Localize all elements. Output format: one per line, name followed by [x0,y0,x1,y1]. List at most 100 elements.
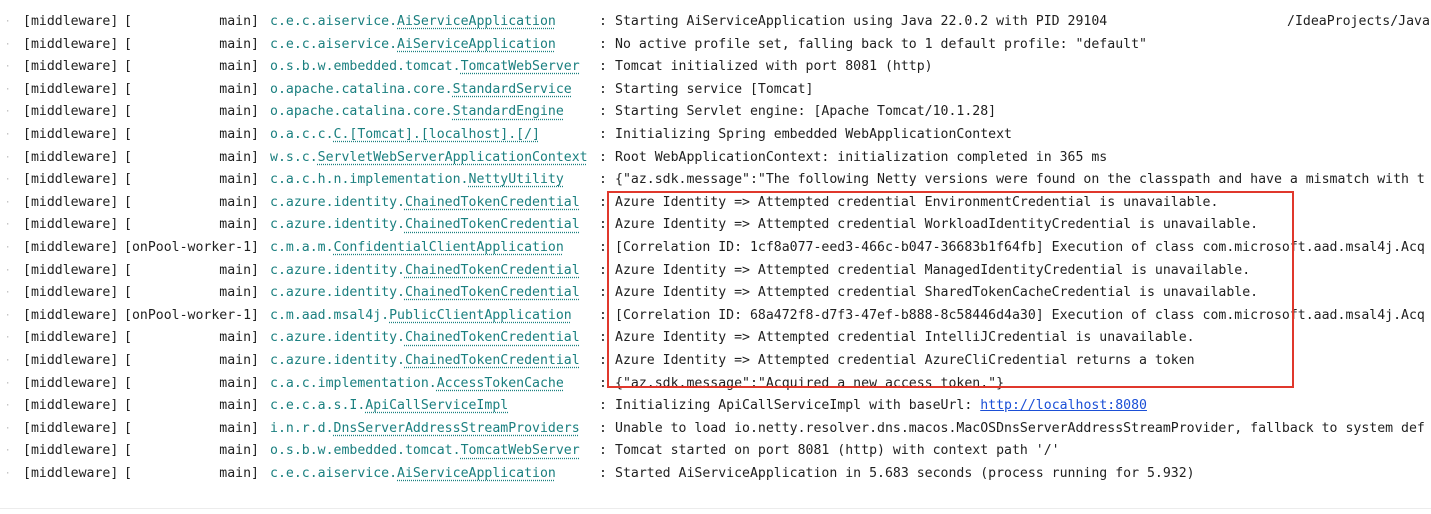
log-category[interactable]: c.m.a.m.ConfidentialClientApplication [270,237,564,259]
log-category[interactable]: c.e.c.a.s.I.ApiCallServiceImpl [270,395,508,417]
log-message: Azure Identity => Attempted credential S… [615,282,1258,304]
log-category[interactable]: c.azure.identity.ChainedTokenCredential [270,260,580,282]
log-thread: [ main] [124,217,259,233]
log-message-text: {"az.sdk.message":"Acquired a new access… [615,375,1005,391]
log-module: [middleware] [23,420,119,436]
log-line: · [middleware] [ main] c.e.c.aiservice.AiSe… [0,463,1431,485]
log-category-class-link[interactable]: AiServiceApplication [397,14,556,29]
log-category-class-link[interactable]: ChainedTokenCredential [405,330,580,345]
log-category-package: o.s.b.w.embedded.tomcat. [270,59,461,75]
log-category-class-link[interactable]: ChainedTokenCredential [405,263,580,278]
log-category[interactable]: c.azure.identity.ChainedTokenCredential [270,350,580,372]
log-category[interactable]: c.azure.identity.ChainedTokenCredential [270,282,580,304]
log-category[interactable]: o.s.b.w.embedded.tomcat.TomcatWebServer [270,56,580,78]
log-line: · [middleware] [ main] c.azure.identity.Cha… [0,350,1431,372]
log-module: [middleware] [23,127,119,142]
gutter-marker: · [5,39,11,50]
log-separator: : [599,307,607,323]
gutter-marker: · [5,152,11,163]
log-category-package: i.n.r.d. [270,420,334,436]
log-message: Azure Identity => Attempted credential E… [615,192,1218,214]
log-category-class-link[interactable]: AiServiceApplication [397,466,556,481]
gutter-marker: · [5,401,11,412]
log-category[interactable]: c.azure.identity.ChainedTokenCredential [270,327,580,349]
log-category-class-link[interactable]: ChainedTokenCredential [405,217,580,232]
log-category-package: c.a.c.h.n.implementation. [270,172,469,188]
log-category-class-link[interactable]: AccessTokenCache [437,376,564,391]
log-separator: : [599,127,607,142]
log-category-class-link[interactable]: ChainedTokenCredential [405,195,580,210]
log-message-text: {"az.sdk.message":"The following Netty v… [615,172,1425,188]
log-category[interactable]: c.m.aad.msal4j.PublicClientApplication [270,305,572,327]
log-message-text: Azure Identity => Attempted credential I… [615,330,1195,346]
log-category[interactable]: o.apache.catalina.core.StandardEngine [270,101,564,123]
log-category-package: c.azure.identity. [270,194,405,210]
log-separator: : [599,14,607,29]
log-separator: : [599,353,607,368]
log-category-class-link[interactable]: StandardService [453,82,572,97]
log-category-class-link[interactable]: TomcatWebServer [461,59,580,74]
log-thread: [ main] [124,353,259,368]
log-message-text: Initializing ApiCallServiceImpl with bas… [615,398,981,414]
log-module: [middleware] [23,353,119,368]
log-category[interactable]: o.a.c.c.C.[Tomcat].[localhost].[/] [270,124,540,146]
log-category[interactable]: c.e.c.aiservice.AiServiceApplication [270,463,556,485]
log-category-class-link[interactable]: ApiCallServiceImpl [365,398,508,413]
log-separator: : [599,240,607,255]
log-category[interactable]: c.e.c.aiservice.AiServiceApplication [270,11,556,33]
log-category-class-link[interactable]: AiServiceApplication [397,37,556,52]
log-category-class-link[interactable]: NettyUtility [469,172,564,187]
log-message: [Correlation ID: 68a472f8-d7f3-47ef-b888… [615,305,1425,327]
log-category-class-link[interactable]: ServletWebServerApplicationContext [318,150,588,165]
log-thread: [ main] [124,127,259,142]
log-message-link[interactable]: http://localhost:8080 [980,398,1147,413]
log-category-class-link[interactable]: StandardEngine [453,104,564,119]
log-category-package: c.a.c.implementation. [270,375,437,391]
log-category[interactable]: o.apache.catalina.core.StandardService [270,79,572,101]
log-category[interactable]: c.e.c.aiservice.AiServiceApplication [270,34,556,56]
log-category[interactable]: o.s.b.w.embedded.tomcat.TomcatWebServer [270,440,580,462]
log-module: [middleware] [23,149,119,165]
log-category[interactable]: w.s.c.ServletWebServerApplicationContext [270,147,588,169]
log-separator: : [599,466,607,481]
log-message-text: Azure Identity => Attempted credential W… [615,217,1259,233]
log-category-package: o.apache.catalina.core. [270,81,453,97]
log-separator: : [599,443,607,459]
log-message: Started AiServiceApplication in 5.683 se… [615,463,1195,485]
log-category-class-link[interactable]: PublicClientApplication [389,308,572,323]
log-category[interactable]: c.a.c.implementation.AccessTokenCache [270,373,564,395]
log-message: Tomcat initialized with port 8081 (http) [615,56,933,78]
log-module: [middleware] [23,81,119,97]
gutter-marker: · [5,175,11,186]
log-category-class-link[interactable]: ChainedTokenCredential [405,353,580,368]
log-separator: : [599,149,607,165]
log-message-text: Unable to load io.netty.resolver.dns.mac… [615,420,1425,436]
log-line: · [middleware] [ main] o.s.b.w.embedded.tom… [0,56,1431,78]
gutter-marker: · [5,84,11,95]
console-output[interactable]: · [middleware] [ main] c.e.c.aiservice.AiSe… [0,0,1431,514]
log-category[interactable]: c.a.c.h.n.implementation.NettyUtility [270,169,564,191]
log-category-class-link[interactable]: C.[Tomcat].[localhost].[/] [334,127,540,142]
gutter-marker: · [5,17,11,27]
log-category-class-link[interactable]: ConfidentialClientApplication [334,240,564,255]
log-category-package: w.s.c. [270,149,318,165]
log-thread: [ main] [124,149,259,165]
log-category-class-link[interactable]: TomcatWebServer [461,443,580,458]
gutter-marker: · [5,130,11,140]
gutter-marker: · [5,265,11,276]
log-message-text: Root WebApplicationContext: initializati… [615,149,1108,165]
log-category-package: o.s.b.w.embedded.tomcat. [270,443,461,459]
log-category[interactable]: c.azure.identity.ChainedTokenCredential [270,192,580,214]
log-separator: : [599,172,607,188]
log-module: [middleware] [23,466,119,481]
log-separator: : [599,194,607,210]
log-category-class-link[interactable]: DnsServerAddressStreamProviders [334,421,580,436]
log-separator: : [599,104,607,120]
log-message: Starting Servlet engine: [Apache Tomcat/… [615,101,996,123]
log-line: · [middleware] [ main] c.azure.identity.Cha… [0,260,1431,282]
log-category-class-link[interactable]: ChainedTokenCredential [405,285,580,300]
log-category[interactable]: i.n.r.d.DnsServerAddressStreamProviders [270,418,580,440]
log-separator: : [599,59,607,75]
log-message-text: Azure Identity => Attempted credential A… [615,353,1195,368]
log-category[interactable]: c.azure.identity.ChainedTokenCredential [270,214,580,236]
